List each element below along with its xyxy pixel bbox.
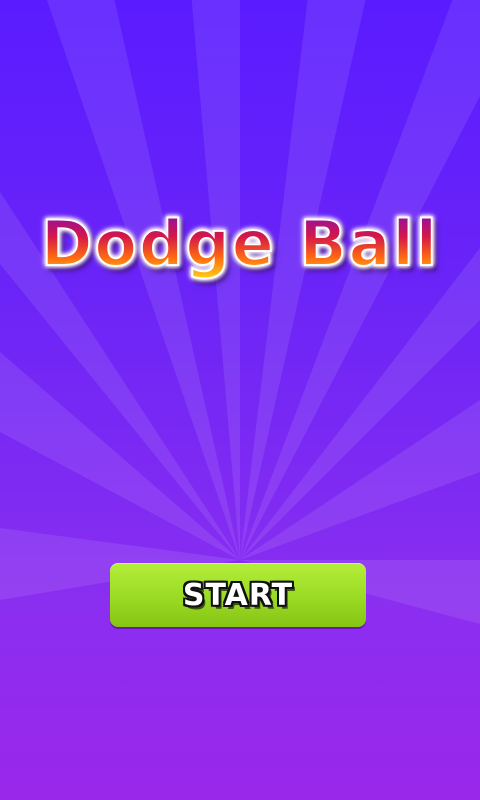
start-button[interactable]: START [110, 563, 366, 627]
game-screen: Dodge Ball START [0, 0, 480, 800]
sunburst-background [0, 0, 480, 624]
game-title: Dodge Ball [40, 207, 440, 281]
start-button-label: START [182, 577, 294, 613]
title-container: Dodge Ball [0, 207, 480, 281]
